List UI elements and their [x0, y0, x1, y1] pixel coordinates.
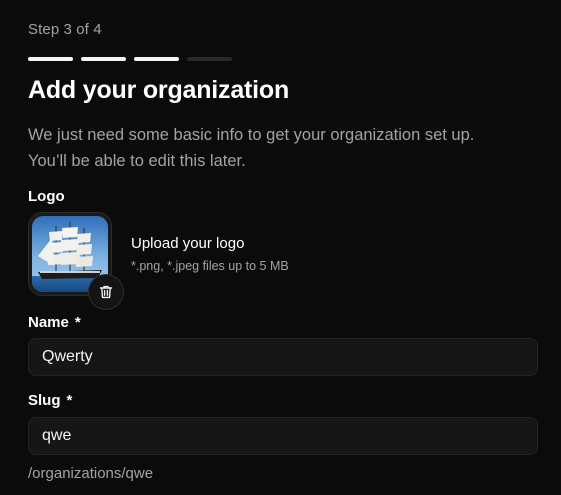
progress-segment-1	[28, 57, 73, 61]
page-title: Add your organization	[28, 76, 290, 104]
upload-logo-title[interactable]: Upload your logo	[131, 235, 289, 252]
logo-uploader: Upload your logo *.png, *.jpeg files up …	[28, 212, 289, 310]
page-subtitle: We just need some basic info to get your…	[28, 122, 548, 174]
logo-label: Logo	[28, 188, 65, 205]
trash-icon	[99, 285, 113, 299]
subtitle-line-1: We just need some basic info to get your…	[28, 126, 475, 144]
upload-logo-hint: *.png, *.jpeg files up to 5 MB	[131, 259, 289, 273]
name-label: Name *	[28, 314, 81, 331]
step-progress-bar	[28, 57, 232, 61]
name-input[interactable]	[28, 338, 538, 376]
onboarding-step: Step 3 of 4 Add your organization We jus…	[0, 0, 561, 495]
slug-preview-url: /organizations/qwe	[28, 465, 154, 482]
progress-segment-2	[81, 57, 126, 61]
required-marker: *	[74, 314, 81, 331]
logo-preview[interactable]	[28, 212, 124, 310]
required-marker: *	[66, 392, 73, 409]
progress-segment-3	[134, 57, 179, 61]
subtitle-line-2: You’ll be able to edit this later.	[28, 152, 246, 170]
slug-input[interactable]	[28, 417, 538, 455]
delete-logo-button[interactable]	[88, 274, 124, 310]
slug-label-text: Slug	[28, 392, 61, 409]
name-label-text: Name	[28, 314, 69, 331]
step-indicator: Step 3 of 4	[28, 21, 102, 38]
slug-label: Slug *	[28, 392, 72, 409]
upload-logo-text: Upload your logo *.png, *.jpeg files up …	[131, 235, 289, 273]
progress-segment-4	[187, 57, 232, 61]
